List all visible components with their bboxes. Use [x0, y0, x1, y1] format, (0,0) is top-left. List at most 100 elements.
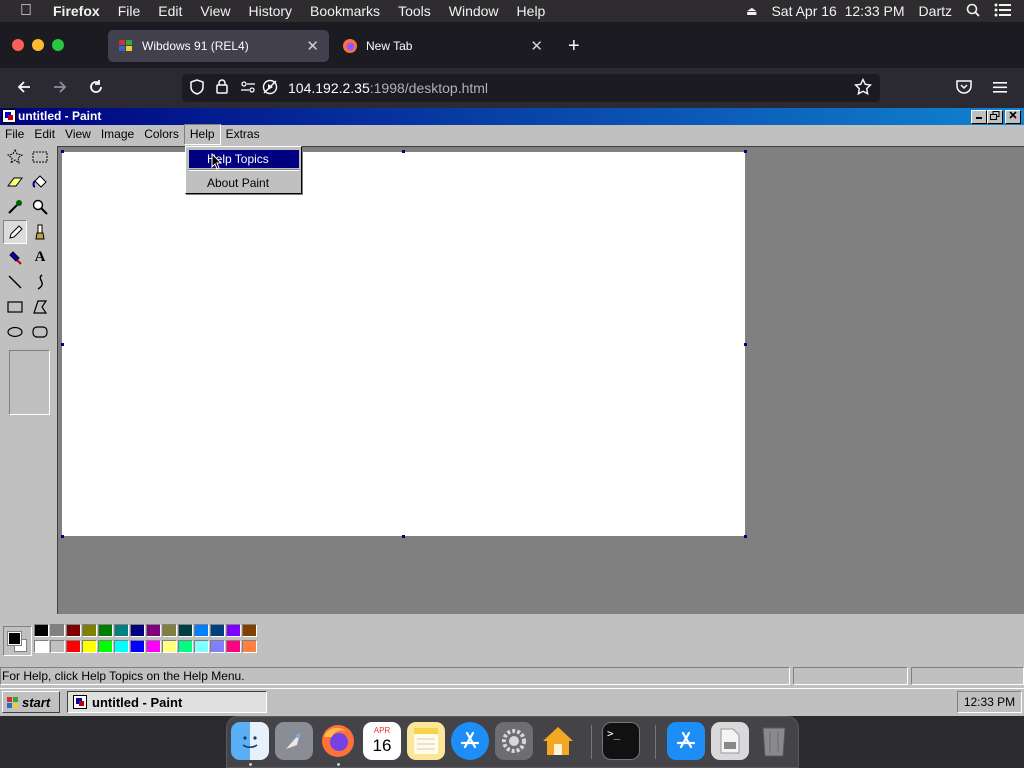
close-button[interactable] [1005, 110, 1021, 124]
color-swatch[interactable] [146, 640, 161, 653]
color-picker-icon[interactable] [3, 195, 27, 219]
color-swatch[interactable] [114, 640, 129, 653]
magnifier-icon[interactable] [28, 195, 52, 219]
eraser-icon[interactable] [3, 170, 27, 194]
menu-extras[interactable]: Extras [221, 125, 265, 144]
foreground-color-swatch[interactable] [7, 631, 22, 646]
color-swatch[interactable] [130, 624, 145, 637]
notes-icon[interactable] [407, 722, 445, 760]
mac-menu-view[interactable]: View [191, 0, 239, 22]
shield-icon[interactable] [190, 78, 206, 98]
color-swatch[interactable] [130, 640, 145, 653]
color-swatch[interactable] [34, 640, 49, 653]
color-swatch[interactable] [242, 640, 257, 653]
pocket-icon[interactable] [955, 78, 973, 100]
brush-icon[interactable] [28, 220, 52, 244]
color-swatch[interactable] [242, 624, 257, 637]
menu-image[interactable]: Image [96, 125, 139, 144]
color-swatch[interactable] [146, 624, 161, 637]
rounded-rectangle-icon[interactable] [28, 320, 52, 344]
app-menu-firefox[interactable]: Firefox [44, 0, 109, 22]
tab-close-icon[interactable]: ✕ [530, 37, 543, 55]
color-swatch[interactable] [226, 640, 241, 653]
window-zoom-button[interactable] [52, 39, 64, 51]
color-swatch[interactable] [50, 624, 65, 637]
menu-edit[interactable]: Edit [29, 125, 60, 144]
reload-icon[interactable] [87, 78, 105, 100]
mac-menu-file[interactable]: File [109, 0, 150, 22]
mac-menu-tools[interactable]: Tools [389, 0, 440, 22]
color-swatch[interactable] [226, 624, 241, 637]
app-store-icon[interactable] [451, 722, 489, 760]
color-swatch[interactable] [66, 640, 81, 653]
back-arrow-icon[interactable] [15, 78, 33, 100]
calendar-icon[interactable]: APR 16 [363, 722, 401, 760]
menu-view[interactable]: View [60, 125, 96, 144]
menu-help[interactable]: Help [183, 124, 221, 145]
lock-icon[interactable] [216, 79, 230, 97]
mac-menu-window[interactable]: Window [440, 0, 508, 22]
line-icon[interactable] [3, 270, 27, 294]
files-stack-icon[interactable] [711, 722, 749, 760]
autoplay-blocked-icon[interactable] [262, 79, 278, 98]
control-center-icon[interactable] [994, 3, 1012, 20]
current-colors[interactable] [3, 626, 32, 656]
minimize-button[interactable] [971, 110, 987, 124]
menubar-datetime[interactable]: Sat Apr 16 12:33 PM [771, 3, 904, 19]
apple-menu-icon[interactable]:  [0, 0, 44, 22]
airbrush-icon[interactable] [3, 245, 27, 269]
tool-options-box[interactable] [9, 350, 50, 415]
color-swatch[interactable] [50, 640, 65, 653]
mac-menu-history[interactable]: History [239, 0, 301, 22]
color-swatch[interactable] [194, 640, 209, 653]
start-button[interactable]: start [2, 691, 60, 713]
home-icon[interactable] [539, 722, 577, 760]
drawing-canvas[interactable] [62, 152, 745, 536]
window-minimize-button[interactable] [32, 39, 44, 51]
url-text[interactable]: 104.192.2.35:1998/desktop.html [288, 80, 488, 96]
color-swatch[interactable] [178, 624, 193, 637]
rectangle-icon[interactable] [3, 295, 27, 319]
color-swatch[interactable] [34, 624, 49, 637]
menu-file[interactable]: File [0, 125, 29, 144]
tab-wibdows[interactable]: Wibdows 91 (REL4) ✕ [108, 30, 329, 62]
spotlight-search-icon[interactable] [966, 3, 980, 20]
terminal-icon[interactable]: >_ [602, 722, 640, 760]
text-tool-icon[interactable]: A [28, 245, 52, 269]
menubar-user[interactable]: Dartz [919, 3, 952, 19]
mac-menu-edit[interactable]: Edit [149, 0, 191, 22]
color-swatch[interactable] [98, 624, 113, 637]
curve-icon[interactable] [28, 270, 52, 294]
eject-icon[interactable]: ⏏ [746, 4, 757, 18]
restore-button[interactable] [987, 110, 1003, 124]
color-swatch[interactable] [98, 640, 113, 653]
firefox-dock-icon[interactable] [319, 722, 357, 760]
menu-item-about-paint[interactable]: About Paint [189, 174, 299, 192]
color-swatch[interactable] [66, 624, 81, 637]
trash-icon[interactable] [755, 722, 793, 760]
tab-close-icon[interactable]: ✕ [306, 37, 319, 55]
bookmark-star-icon[interactable] [853, 77, 873, 99]
tab-new-tab[interactable]: New Tab ✕ [332, 30, 553, 62]
color-swatch[interactable] [178, 640, 193, 653]
pencil-icon[interactable] [3, 220, 27, 244]
color-swatch[interactable] [82, 640, 97, 653]
permissions-icon[interactable] [240, 80, 256, 97]
forward-arrow-icon[interactable] [51, 78, 69, 100]
ellipse-icon[interactable] [3, 320, 27, 344]
color-swatch[interactable] [210, 624, 225, 637]
rect-select-icon[interactable] [28, 145, 52, 169]
system-preferences-icon[interactable] [495, 722, 533, 760]
mac-menu-help[interactable]: Help [508, 0, 555, 22]
new-tab-plus-icon[interactable]: + [568, 36, 580, 56]
resize-handle[interactable] [402, 535, 405, 538]
window-close-button[interactable] [12, 39, 24, 51]
color-swatch[interactable] [82, 624, 97, 637]
fill-bucket-icon[interactable] [28, 170, 52, 194]
color-swatch[interactable] [194, 624, 209, 637]
color-swatch[interactable] [114, 624, 129, 637]
menu-colors[interactable]: Colors [139, 125, 184, 144]
resize-handle[interactable] [744, 343, 747, 346]
paint-title-bar[interactable]: untitled - Paint [0, 108, 1024, 125]
color-swatch[interactable] [210, 640, 225, 653]
